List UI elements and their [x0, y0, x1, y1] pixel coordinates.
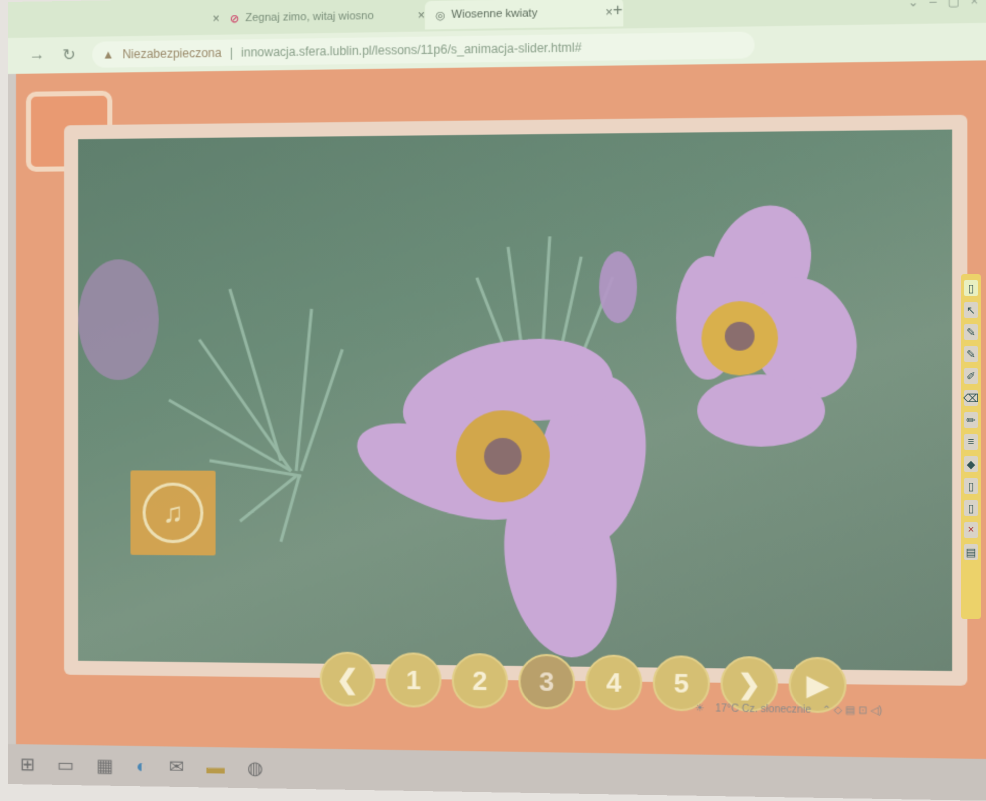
tab-3[interactable]: ◎ Wiosenne kwiaty × — [424, 0, 624, 30]
close-icon[interactable]: × — [605, 5, 612, 19]
new-tab-button[interactable]: + — [613, 2, 623, 21]
slide-3-button[interactable]: 3 — [518, 653, 575, 710]
slide-2-button[interactable]: 2 — [451, 652, 509, 709]
minimize-icon[interactable]: – — [929, 0, 936, 9]
reload-icon[interactable]: ↻ — [60, 45, 78, 65]
tray-icons: ⌃ ◇ ▤ ⊡ ◁) — [821, 704, 883, 717]
mail-icon[interactable]: ✉ — [169, 756, 184, 777]
tab-2-label: Zegnaj zimo, witaj wiosno — [245, 9, 374, 25]
flower-photo — [78, 129, 953, 672]
folder-icon[interactable]: ▬ — [207, 757, 225, 778]
windows-start-icon[interactable]: ⊞ — [20, 754, 35, 775]
url-separator: | — [229, 45, 233, 60]
slide-1-button[interactable]: 1 — [385, 652, 442, 708]
projected-screen: × ⊘ Zegnaj zimo, witaj wiosno × ◎ Wiosen… — [8, 0, 986, 801]
weather-text: 17°C Cz. słonecznie — [715, 703, 812, 716]
eraser-icon[interactable]: ⌫ — [963, 390, 979, 406]
task-view-icon[interactable]: ▭ — [57, 754, 74, 775]
pen-icon[interactable]: ✎ — [964, 324, 978, 340]
close-icon[interactable]: × — [213, 12, 220, 26]
copy-icon[interactable]: ▯ — [964, 500, 978, 516]
no-entry-icon: ⊘ — [229, 12, 240, 25]
tab-1[interactable]: × — [78, 4, 230, 35]
tab-3-label: Wiosenne kwiaty — [451, 7, 538, 21]
file-explorer-icon[interactable]: ▦ — [96, 755, 113, 776]
save-icon[interactable]: ▤ — [964, 544, 978, 560]
close-icon[interactable]: × — [418, 8, 425, 22]
pasque-flower-image — [78, 192, 875, 666]
globe-icon: ◎ — [435, 9, 446, 22]
music-note-icon: ♫ — [142, 482, 204, 544]
prev-slide-button[interactable]: ❮ — [319, 651, 376, 707]
cursor-icon[interactable]: ↖ — [964, 302, 978, 318]
highlighter-icon[interactable]: ✎ — [964, 346, 978, 362]
slide-4-button[interactable]: 4 — [585, 654, 643, 711]
url-field[interactable]: ▲ Niezabezpieczona | innowacja.sfera.lub… — [92, 31, 755, 68]
pencil-icon[interactable]: ✏ — [964, 412, 978, 428]
warning-icon: ▲ — [102, 47, 115, 62]
url-text: innowacja.sfera.lublin.pl/lessons/11p6/s… — [241, 40, 582, 60]
document-icon[interactable]: ▯ — [964, 478, 978, 494]
window-controls: ⌄ – ▢ × — [908, 0, 978, 10]
lines-icon[interactable]: ≡ — [964, 434, 978, 450]
smartboard-toolbar: ▯ ↖ ✎ ✎ ✐ ⌫ ✏ ≡ ◆ ▯ ▯ × ▤ — [961, 274, 981, 619]
lesson-canvas: ♫ ❮ 1 2 3 4 5 ❯ ▶ ☀ 17°C Cz. słonecznie … — [15, 60, 986, 760]
edge-browser-icon[interactable]: ◐ — [136, 756, 147, 777]
marker-icon[interactable]: ◆ — [964, 456, 978, 472]
maximize-icon[interactable]: ▢ — [947, 0, 959, 9]
system-tray: ☀ 17°C Cz. słonecznie ⌃ ◇ ▤ ⊡ ◁) — [695, 703, 882, 717]
slide-frame — [64, 114, 968, 686]
browser-icon[interactable]: ◍ — [247, 757, 263, 778]
brush-icon[interactable]: ✐ — [964, 368, 978, 384]
back-arrow-icon[interactable]: → — [28, 46, 46, 64]
weather-icon: ☀ — [695, 703, 705, 715]
page-icon[interactable]: ▯ — [964, 280, 978, 296]
security-warning: Niezabezpieczona — [122, 45, 222, 62]
close-icon[interactable]: × — [964, 522, 978, 538]
close-window-icon[interactable]: × — [971, 0, 979, 8]
tab-2[interactable]: ⊘ Zegnaj zimo, witaj wiosno × — [220, 1, 436, 33]
music-button[interactable]: ♫ — [130, 470, 216, 556]
chevron-down-icon[interactable]: ⌄ — [908, 0, 919, 10]
